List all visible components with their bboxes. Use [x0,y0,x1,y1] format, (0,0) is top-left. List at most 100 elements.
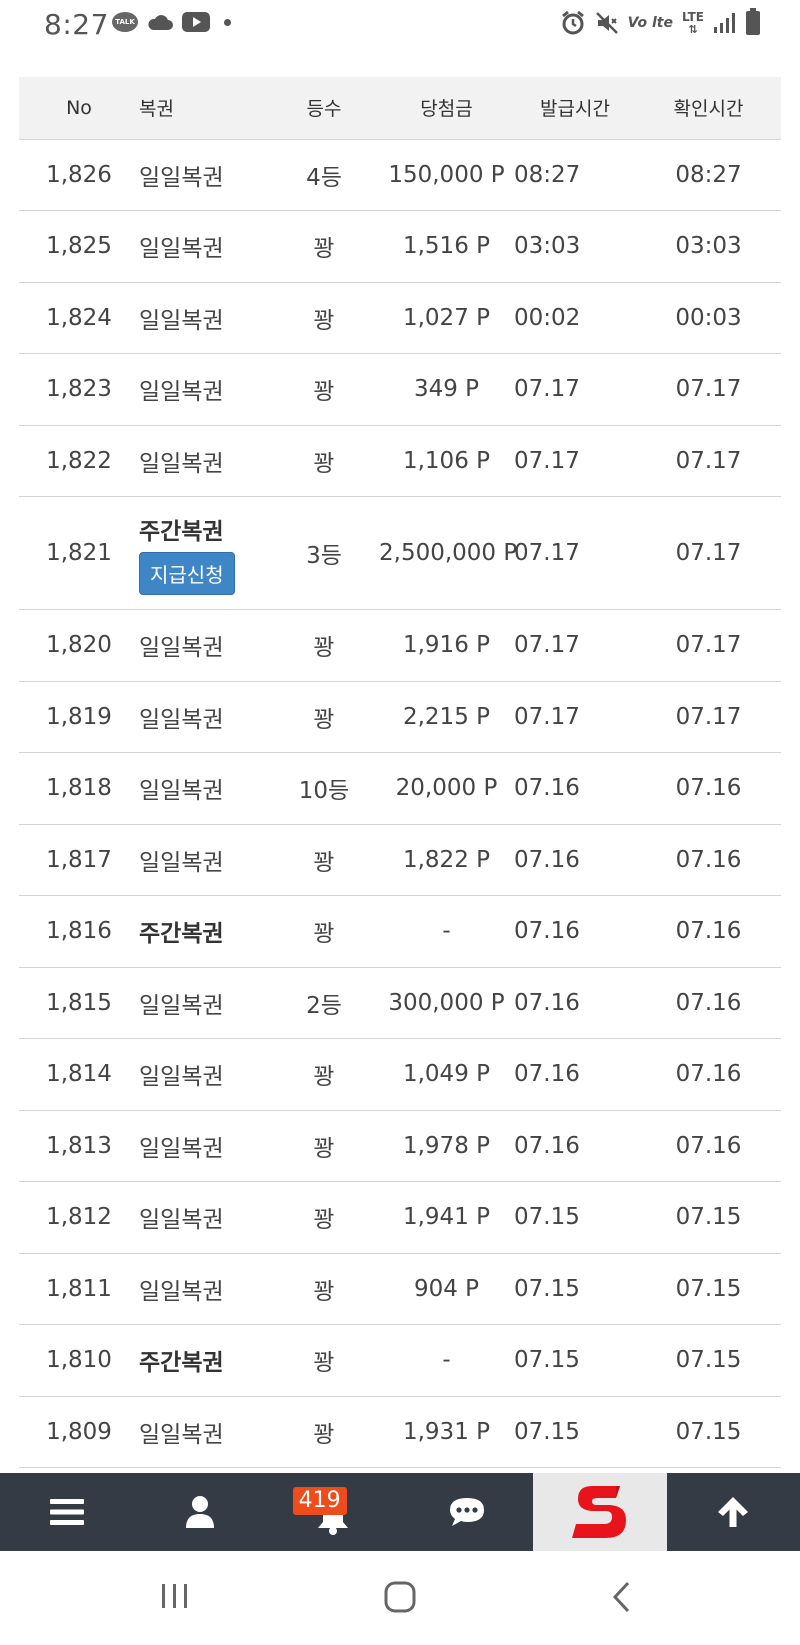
cell-checked-time: 07.15 [636,1253,781,1325]
cell-lottery: 주간복권 지급신청 [139,496,269,610]
cell-checked-time: 00:03 [636,282,781,354]
cell-issued-time: 03:03 [514,210,636,283]
lottery-type: 일일복권 [139,1207,224,1234]
cell-prize: 1,822 P [379,824,514,896]
table-row: 1,821 주간복권 지급신청 3등 2,500,000 P 07.17 07.17 [19,496,781,610]
cell-prize: 904 P [379,1253,514,1325]
lottery-type: 일일복권 [139,379,224,406]
cell-rank: 10등 [269,752,379,825]
cell-rank: 꽝 [269,1038,379,1111]
cell-rank: 꽝 [269,425,379,497]
cell-lottery: 일일복권 [139,1110,269,1182]
table-row: 1,820 일일복권 꽝 1,916 P 07.17 07.17 [19,609,781,682]
cell-checked-time: 07.15 [636,1396,781,1468]
cell-checked-time: 07.15 [636,1181,781,1254]
cloud-icon [148,15,173,30]
cell-issued-time: 07.17 [514,425,636,497]
kakaotalk-icon: TALK [112,12,138,32]
cell-checked-time: 07.17 [636,496,781,610]
cell-rank: 꽝 [269,1181,379,1254]
back-icon[interactable] [610,1581,634,1613]
cell-issued-time: 07.17 [514,496,636,610]
cell-no: 1,825 [19,210,139,283]
cell-lottery: 일일복권 [139,824,269,896]
more-notifications-dot [224,18,231,26]
cell-lottery: 일일복권 [139,425,269,497]
lottery-type: 일일복권 [139,164,224,191]
site-logo-button[interactable] [533,1473,667,1551]
cell-prize: 1,027 P [379,282,514,354]
cell-issued-time: 07.16 [514,1110,636,1182]
status-time: 8:27 [44,8,109,41]
cell-lottery: 일일복권 [139,752,269,825]
lottery-type: 일일복권 [139,307,224,334]
claim-payout-button[interactable]: 지급신청 [139,551,235,595]
table-row: 1,822 일일복권 꽝 1,106 P 07.17 07.17 [19,425,781,497]
header-checked-time: 확인시간 [636,77,781,140]
cell-rank: 3등 [269,496,379,610]
table-row: 1,825 일일복권 꽝 1,516 P 03:03 03:03 [19,210,781,283]
scroll-top-button[interactable] [667,1473,800,1551]
cell-no: 1,811 [19,1253,139,1325]
chat-button[interactable] [400,1473,533,1551]
cell-checked-time: 07.16 [636,824,781,896]
cell-no: 1,810 [19,1324,139,1397]
cell-rank: 꽝 [269,609,379,682]
recent-apps-icon[interactable] [160,1581,190,1611]
table-header-row: No 복권 등수 당첨금 발급시간 확인시간 [19,77,781,140]
cell-lottery: 주간복권 [139,895,269,968]
menu-button[interactable] [0,1473,133,1551]
cell-no: 1,822 [19,425,139,497]
cell-issued-time: 07.17 [514,681,636,753]
cell-no: 1,816 [19,895,139,968]
cell-issued-time: 07.16 [514,752,636,825]
cell-rank: 4등 [269,139,379,211]
cell-no: 1,821 [19,496,139,610]
cell-rank: 꽝 [269,1324,379,1397]
cell-prize: 1,941 P [379,1181,514,1254]
cell-prize: 1,516 P [379,210,514,283]
home-icon[interactable] [383,1581,417,1613]
cell-rank: 꽝 [269,1396,379,1468]
cell-rank: 꽝 [269,353,379,426]
cell-checked-time: 07.17 [636,609,781,682]
lottery-type: 일일복권 [139,778,224,805]
lottery-type: 일일복권 [139,1278,224,1305]
youtube-icon [182,12,210,32]
cell-lottery: 주간복권 [139,1324,269,1397]
cell-lottery: 일일복권 [139,967,269,1039]
cell-checked-time: 07.16 [636,1110,781,1182]
alarm-icon [561,10,584,35]
notifications-button[interactable]: 419 [267,1473,400,1551]
cell-prize: - [379,1324,514,1397]
cell-checked-time: 07.17 [636,425,781,497]
table-row: 1,817 일일복권 꽝 1,822 P 07.16 07.16 [19,824,781,896]
cell-lottery: 일일복권 [139,609,269,682]
lottery-type: 일일복권 [139,706,224,733]
cell-rank: 꽝 [269,895,379,968]
table-row: 1,826 일일복권 4등 150,000 P 08:27 08:27 [19,139,781,211]
table-row: 1,819 일일복권 꽝 2,215 P 07.17 07.17 [19,681,781,753]
table-row: 1,812 일일복권 꽝 1,941 P 07.15 07.15 [19,1181,781,1254]
cell-issued-time: 07.16 [514,895,636,968]
table-row: 1,811 일일복권 꽝 904 P 07.15 07.15 [19,1253,781,1325]
lottery-type: 일일복권 [139,1421,224,1448]
notification-count-badge: 419 [292,1487,347,1515]
lottery-type: 일일복권 [139,1135,224,1162]
profile-button[interactable] [133,1473,266,1551]
chat-icon [449,1498,484,1526]
lottery-type: 일일복권 [139,635,224,662]
cell-prize: 300,000 P [379,967,514,1039]
header-lottery: 복권 [139,77,269,140]
cell-no: 1,818 [19,752,139,825]
cell-lottery: 일일복권 [139,353,269,426]
user-icon [185,1496,214,1528]
lottery-type: 일일복권 [139,992,224,1019]
mute-icon [595,12,618,34]
cell-rank: 꽝 [269,681,379,753]
lte-indicator: LTE ⇅ [681,9,704,36]
cell-rank: 꽝 [269,824,379,896]
table-row: 1,815 일일복권 2등 300,000 P 07.16 07.16 [19,967,781,1039]
cell-rank: 2등 [269,967,379,1039]
cell-no: 1,809 [19,1396,139,1468]
